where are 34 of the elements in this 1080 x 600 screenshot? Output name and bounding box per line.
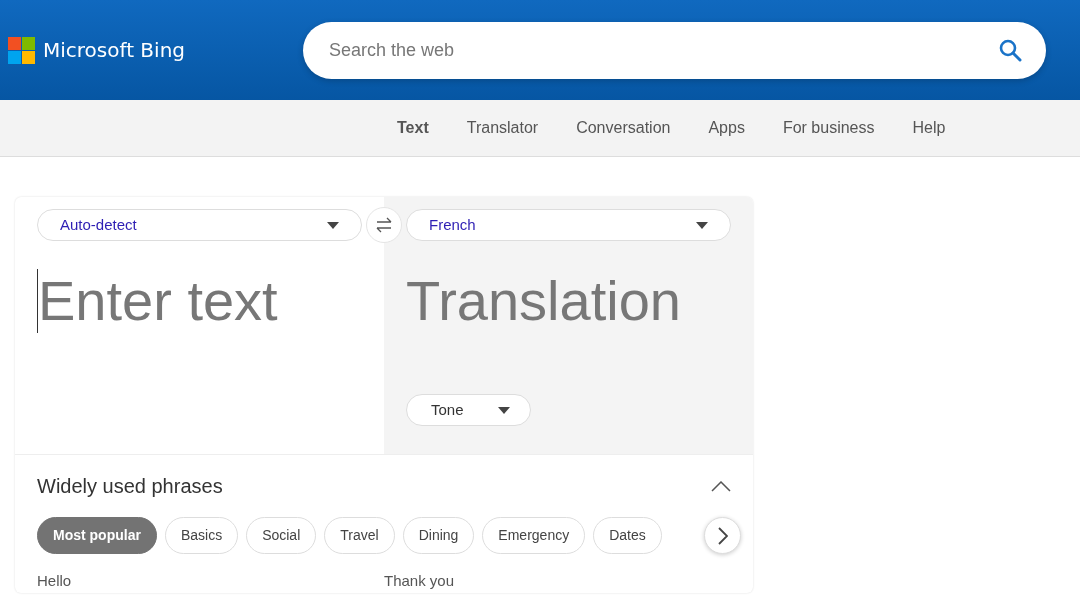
category-chip[interactable]: Dining	[402, 517, 475, 554]
phrase-link[interactable]: Hello	[37, 570, 384, 593]
category-chip[interactable]: Most popular	[37, 517, 157, 554]
logo-text: Microsoft Bing	[43, 37, 186, 64]
search-field[interactable]: Search the web	[303, 21, 1046, 79]
category-chip[interactable]: Dates	[593, 517, 662, 554]
swap-arrows-icon	[376, 217, 392, 233]
phrase-link[interactable]: Thank you	[384, 570, 731, 593]
category-chip[interactable]: Emergency	[482, 517, 586, 554]
logo-icon	[8, 36, 35, 64]
caret-icon	[696, 221, 708, 229]
nav-tab[interactable]: Help	[912, 116, 946, 140]
tone-dropdown[interactable]: Tone	[406, 394, 531, 426]
category-chip[interactable]: Basics	[164, 517, 239, 554]
search-input[interactable]: Search the web	[327, 35, 998, 65]
caret-icon	[327, 221, 339, 229]
section-title: Widely used phrases	[37, 474, 223, 499]
collapse-chevron-icon[interactable]	[711, 480, 731, 492]
swap-button[interactable]	[366, 207, 402, 243]
nav-tab[interactable]: Conversation	[576, 116, 671, 140]
category-chip[interactable]: Social	[246, 517, 317, 554]
text-input[interactable]: Enter text	[37, 269, 357, 333]
chevron-right-icon	[717, 526, 728, 545]
next-button[interactable]	[704, 517, 741, 554]
target-language-dropdown[interactable]: French	[406, 209, 731, 241]
caret-icon	[498, 406, 510, 414]
nav-tab[interactable]: Translator	[466, 116, 539, 140]
category-chip[interactable]: Travel	[324, 517, 395, 554]
nav-tab[interactable]: Apps	[708, 116, 745, 140]
source-language-dropdown[interactable]: Auto-detect	[37, 209, 362, 241]
nav-tab[interactable]: Text	[397, 116, 429, 140]
translation-output-field[interactable]: Translation	[406, 269, 681, 333]
nav-tab[interactable]: For business	[782, 116, 875, 140]
search-icon[interactable]	[998, 38, 1022, 62]
